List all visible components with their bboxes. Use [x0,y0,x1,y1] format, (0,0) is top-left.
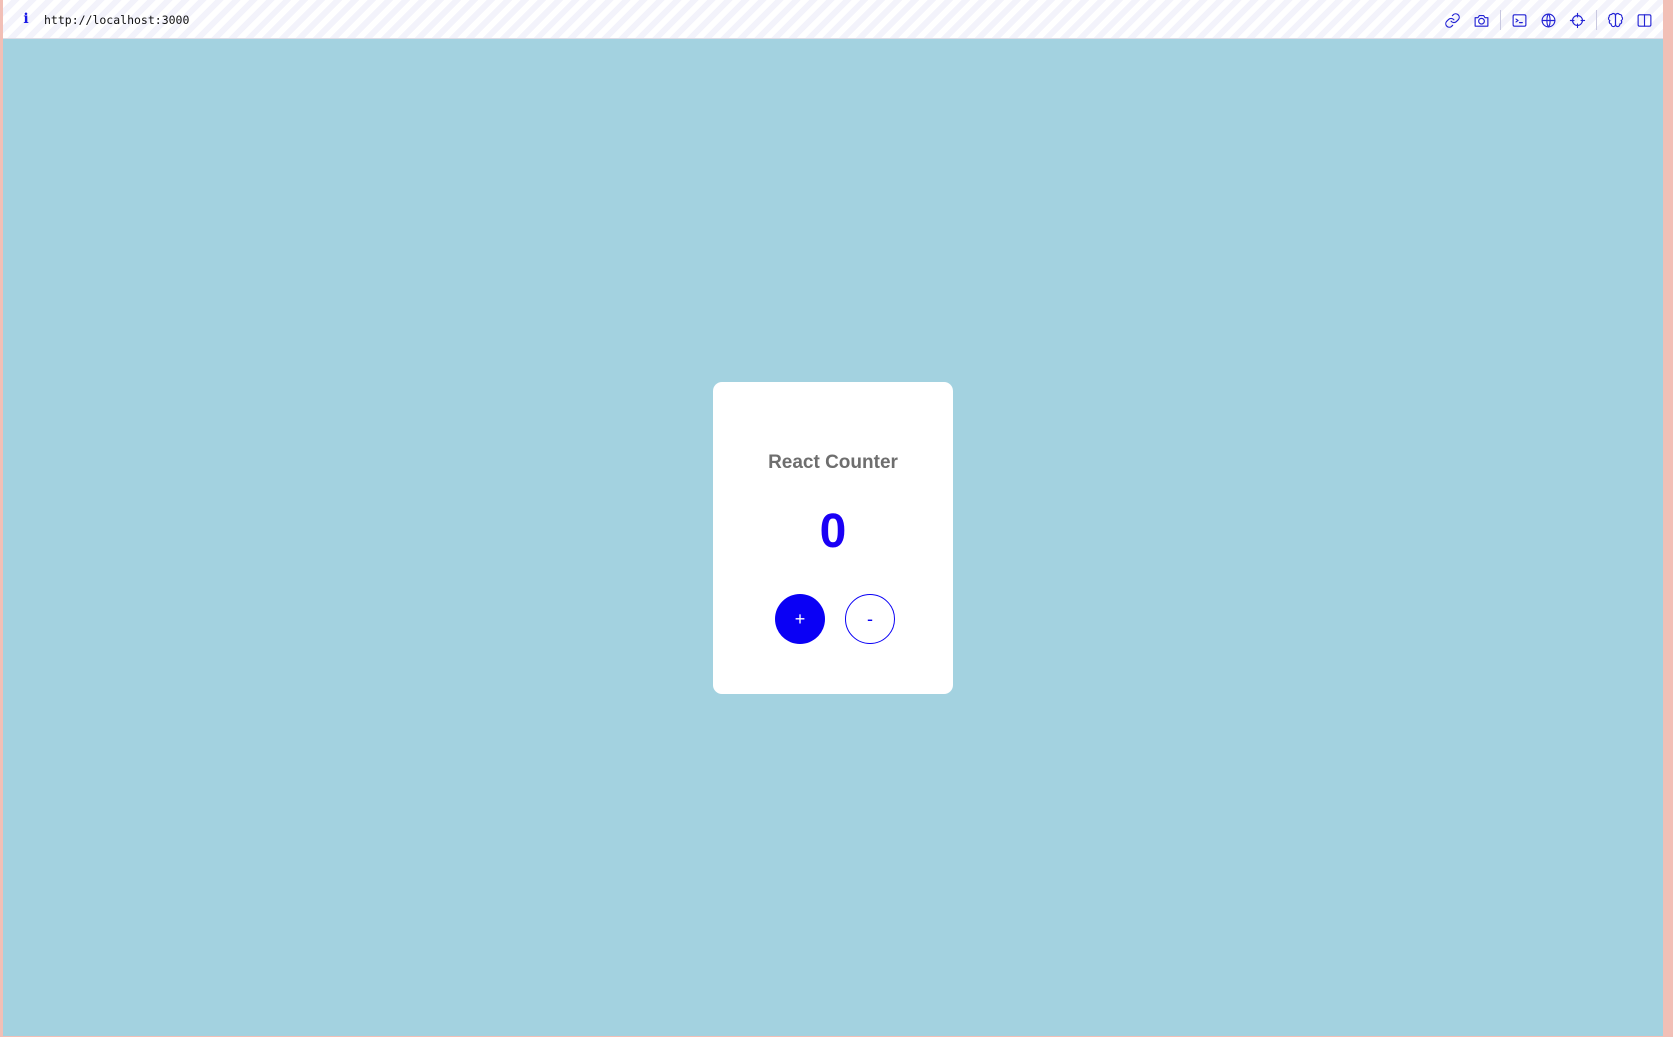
counter-value: 0 [819,505,847,558]
camera-icon[interactable] [1470,9,1492,31]
split-view-icon[interactable] [1633,9,1655,31]
terminal-icon[interactable] [1508,9,1530,31]
globe-icon[interactable] [1537,9,1559,31]
info-icon[interactable]: i [19,11,33,27]
browser-window: i http://localhost:3000 React Counter 0 … [3,0,1663,1036]
brain-icon[interactable] [1604,9,1626,31]
toolbar-actions [1434,8,1655,32]
toolbar-divider [1596,10,1597,30]
counter-card: React Counter 0 + - [713,382,953,694]
toolbar-divider [1500,10,1501,30]
url-address[interactable]: http://localhost:3000 [44,12,189,28]
crosshair-icon[interactable] [1566,9,1588,31]
counter-title: React Counter [768,452,898,473]
link-icon[interactable] [1441,9,1463,31]
increment-button[interactable]: + [775,594,825,644]
decrement-button[interactable]: - [845,594,895,644]
browser-toolbar: i http://localhost:3000 [3,0,1663,39]
